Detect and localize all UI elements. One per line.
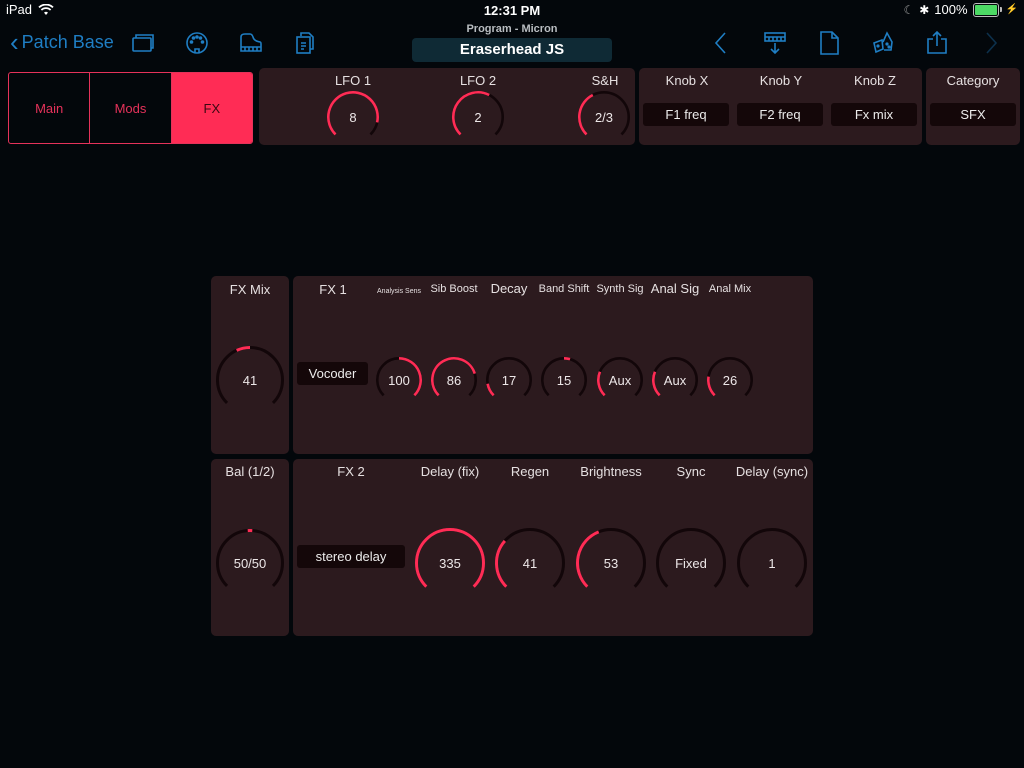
knob-x-label: Knob X [665,73,709,88]
section-tabs: Main Mods FX [8,72,253,144]
new-document-icon[interactable] [814,28,844,58]
sib-boost-knob[interactable]: 86 [430,356,478,404]
tab-fx-label: FX [203,100,221,116]
balance-panel: Bal (1/2) 50/50 [211,459,289,636]
category-select-button[interactable]: SFX [930,103,1016,126]
regen-knob[interactable]: 41 [494,527,566,599]
fx2-panel: FX 2 stereo delay Delay (fix) 335 Regen 41 B… [293,459,813,636]
moon-icon: ☾ [903,2,915,17]
sample-hold-knob[interactable]: 2/3 [577,90,631,144]
balance-knob[interactable]: 50/50 [215,528,285,598]
knob-x-assign-button[interactable]: F1 freq [643,103,729,126]
delay-fix-value: 335 [439,555,461,571]
anal-mix-knob[interactable]: 26 [706,356,754,404]
bluetooth-icon: ✱ [919,2,930,17]
category-label: Category [946,73,1000,88]
category-panel: Category SFX [926,68,1020,145]
decay-value: 17 [501,372,517,388]
synth-sig-knob[interactable]: Aux [596,356,644,404]
fx-mix-knob[interactable]: 41 [215,345,285,415]
randomize-dice-icon[interactable] [868,28,898,58]
sib-boost-label: Sib Boost [430,283,478,295]
status-bar-right: ☾ ✱ 100% ⚡ [903,2,1018,17]
tab-mods[interactable]: Mods [90,73,172,143]
balance-value: 50/50 [233,555,267,571]
next-chevron-icon[interactable] [976,28,1006,58]
sample-hold-label: S&H [591,73,619,88]
fx2-type-button[interactable]: stereo delay [297,545,405,568]
anal-sig-knob[interactable]: Aux [651,356,699,404]
fx1-type-button[interactable]: Vocoder [297,362,368,385]
delay-fix-knob[interactable]: 335 [414,527,486,599]
lfo-panel: LFO 1 LFO 2 S&H 8 2 2/3 [259,68,635,145]
lfo2-value: 2 [474,109,482,125]
decay-label: Decay [490,281,528,296]
tab-main[interactable]: Main [9,73,91,143]
sync-label: Sync [676,464,706,479]
analysis-sens-knob[interactable]: 100 [375,356,423,404]
battery-icon [972,2,1002,17]
balance-label: Bal (1/2) [225,464,275,479]
lfo2-knob[interactable]: 2 [451,90,505,144]
sample-hold-value: 2/3 [594,109,614,125]
band-shift-label: Band Shift [538,283,590,295]
brightness-knob[interactable]: 53 [575,527,647,599]
fx-mix-panel: FX Mix 41 [211,276,289,454]
delay-sync-knob[interactable]: 1 [736,527,808,599]
regen-value: 41 [522,555,538,571]
delay-sync-label: Delay (sync) [735,464,809,479]
tab-mods-label: Mods [114,100,147,116]
send-to-device-icon[interactable] [760,28,790,58]
charging-bolt-icon: ⚡ [1005,4,1018,15]
anal-mix-label: Anal Mix [708,283,752,295]
analysis-sens-label: Analysis Sens [377,288,421,295]
previous-chevron-icon[interactable] [706,28,736,58]
analysis-sens-value: 100 [388,372,410,388]
regen-label: Regen [510,464,550,479]
brightness-label: Brightness [580,464,642,479]
patch-name-field[interactable]: Eraserhead JS [412,38,612,62]
fx1-panel: FX 1 Vocoder Analysis Sens 100 Sib Boost 86… [293,276,813,454]
tab-main-label: Main [35,100,64,116]
fx2-label: FX 2 [337,464,365,479]
band-shift-knob[interactable]: 15 [540,356,588,404]
lfo1-value: 8 [349,109,357,125]
delay-sync-value: 1 [768,555,776,571]
anal-sig-value: Aux [663,372,687,388]
sib-boost-value: 86 [446,372,462,388]
battery-percent: 100% [934,2,968,17]
anal-sig-label: Anal Sig [650,281,700,296]
knob-assign-panel: Knob X Knob Y Knob Z F1 freq F2 freq Fx … [639,68,922,145]
status-time: 12:31 PM [483,3,541,18]
synth-sig-value: Aux [608,372,632,388]
delay-fix-label: Delay (fix) [420,464,480,479]
knob-y-label: Knob Y [759,73,803,88]
knob-z-label: Knob Z [854,73,896,88]
lfo2-label: LFO 2 [459,73,497,88]
band-shift-value: 15 [556,372,572,388]
synth-sig-label: Synth Sig [596,283,644,295]
fx-mix-label: FX Mix [229,282,271,297]
knob-y-assign-button[interactable]: F2 freq [737,103,823,126]
lfo1-knob[interactable]: 8 [326,90,380,144]
fx1-label: FX 1 [319,282,347,297]
brightness-value: 53 [603,555,619,571]
sync-value: Fixed [675,555,707,571]
anal-mix-value: 26 [722,372,738,388]
tab-fx[interactable]: FX [171,73,252,143]
sync-knob[interactable]: Fixed [655,527,727,599]
share-icon[interactable] [922,28,952,58]
decay-knob[interactable]: 17 [485,356,533,404]
knob-z-assign-button[interactable]: Fx mix [831,103,917,126]
fx-mix-value: 41 [242,372,258,388]
lfo1-label: LFO 1 [334,73,372,88]
